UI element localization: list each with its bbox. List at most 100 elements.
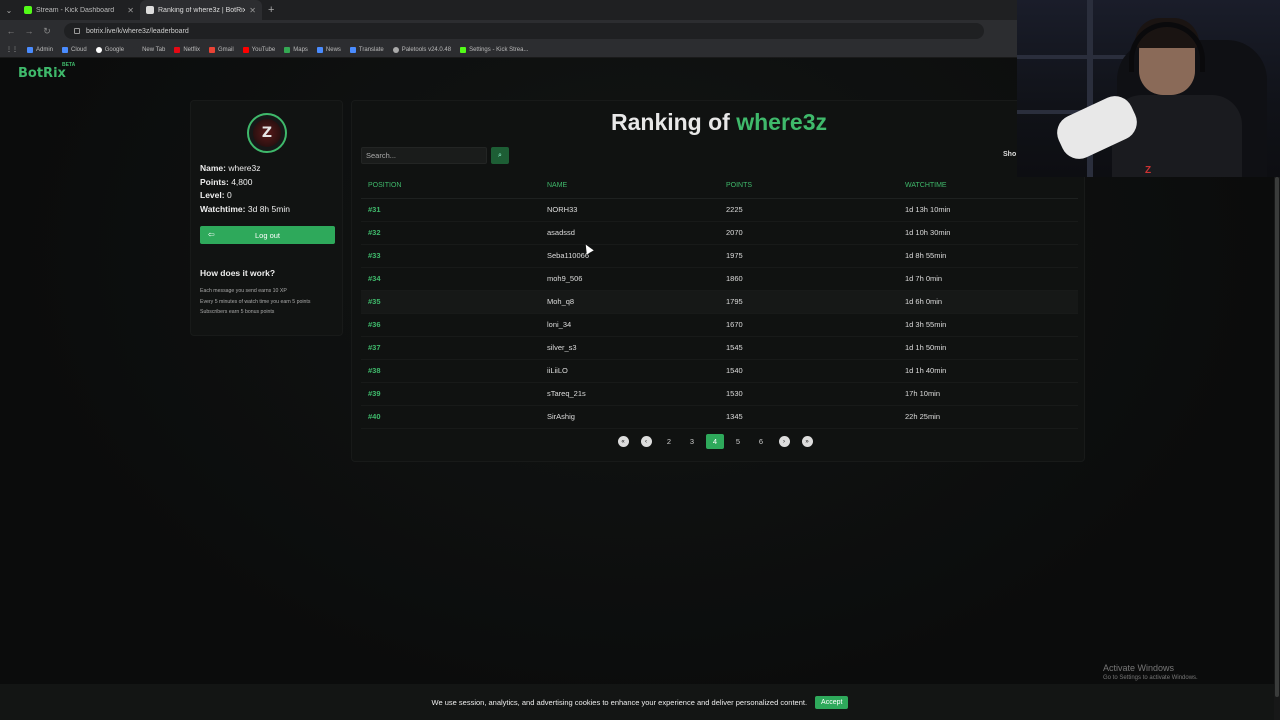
bookmark-google[interactable]: Google	[95, 46, 124, 53]
table-row[interactable]: #35 Moh_q8 1795 1d 6h 0min	[361, 290, 1078, 314]
level-label: Level:	[200, 190, 225, 200]
url-field[interactable]: botrix.live/k/where3z/leaderboard	[64, 23, 984, 39]
bookmark-icon	[62, 46, 69, 53]
bookmark-cloud[interactable]: Cloud	[62, 46, 87, 53]
cookie-text: We use session, analytics, and advertisi…	[431, 697, 808, 707]
close-icon[interactable]: ✕	[249, 6, 256, 15]
scrollbar-thumb[interactable]	[1275, 177, 1279, 697]
profile-name: where3z	[228, 163, 261, 173]
bookmark-netflix[interactable]: Netflix	[174, 46, 200, 53]
forward-icon[interactable]: →	[24, 26, 34, 36]
table-header-row: POSITION NAME POINTS WATCHTIME	[361, 174, 1078, 199]
avatar: Z	[247, 113, 287, 153]
cell-watchtime: 22h 25min	[898, 405, 1078, 429]
double-chevron-right-icon: »	[801, 436, 813, 447]
table-row[interactable]: #40 SirAshig 1345 22h 25min	[361, 405, 1078, 429]
avatar-image: Z	[253, 119, 281, 147]
table-row[interactable]: #33 Seba110066 1975 1d 8h 55min	[361, 244, 1078, 268]
cell-points: 1860	[719, 267, 898, 291]
browser-tab-kick[interactable]: Stream - Kick Dashboard ✕	[18, 0, 140, 20]
webcam-overlay: Z	[1017, 0, 1280, 177]
table-row[interactable]: #34 moh9_506 1860 1d 7h 0min	[361, 267, 1078, 291]
chevron-right-icon: ›	[778, 436, 790, 447]
column-header-name[interactable]: NAME	[540, 174, 719, 199]
page-6-button[interactable]: 6	[752, 434, 770, 449]
reload-icon[interactable]: ↻	[42, 26, 52, 37]
next-page-button[interactable]: ›	[775, 434, 793, 449]
cell-watchtime: 1d 1h 40min	[898, 359, 1078, 383]
search-icon: ⌕	[498, 151, 502, 159]
table-row[interactable]: #37 silver_s3 1545 1d 1h 50min	[361, 336, 1078, 360]
cell-name: Moh_q8	[540, 290, 719, 314]
botrix-logo[interactable]: BotRix	[18, 66, 66, 81]
bookmark-new-tab[interactable]: New Tab	[133, 46, 165, 53]
bookmark-news[interactable]: News	[316, 46, 341, 53]
bookmark-admin[interactable]: Admin	[27, 46, 53, 53]
accept-cookies-button[interactable]: Accept	[815, 695, 849, 709]
cell-position: #33	[361, 244, 540, 268]
cell-name: moh9_506	[540, 267, 719, 291]
bookmark-paletools[interactable]: Paletools v24.0.48	[392, 46, 451, 53]
cell-name: silver_s3	[540, 336, 719, 360]
botrix-icon	[146, 6, 154, 14]
cell-points: 1795	[719, 290, 898, 314]
paletools-icon	[392, 46, 399, 53]
cell-position: #40	[361, 405, 540, 429]
table-row[interactable]: #32 asadssd 2070 1d 10h 30min	[361, 221, 1078, 245]
page-3-button[interactable]: 3	[683, 434, 701, 449]
profile-card: Z Name: where3z Points: 4,800 Level: 0 W…	[190, 100, 343, 336]
watchtime-label: Watchtime:	[200, 203, 246, 214]
new-tab-icon[interactable]: +	[262, 4, 280, 16]
page-2-button[interactable]: 2	[660, 434, 678, 449]
cell-watchtime: 1d 13h 10min	[898, 198, 1078, 222]
leaderboard-table: POSITION NAME POINTS WATCHTIME #31 NORH33…	[361, 174, 1078, 429]
cell-points: 1540	[719, 359, 898, 383]
cell-name: iiLiiLO	[540, 359, 719, 383]
close-icon[interactable]: ✕	[127, 6, 134, 15]
logout-button[interactable]: ⇦ Log out	[200, 226, 335, 244]
cell-position: #36	[361, 313, 540, 337]
bookmark-kick-settings[interactable]: Settings - Kick Strea...	[460, 46, 528, 53]
cell-watchtime: 1d 7h 0min	[898, 267, 1078, 291]
bookmark-gmail[interactable]: Gmail	[208, 46, 234, 53]
table-row[interactable]: #31 NORH33 2225 1d 13h 10min	[361, 198, 1078, 222]
search-button[interactable]: ⌕	[491, 147, 509, 164]
how-it-works-heading: How does it work?	[200, 268, 276, 278]
kick-icon	[24, 6, 32, 14]
table-row[interactable]: #36 loni_34 1670 1d 3h 55min	[361, 313, 1078, 337]
cell-points: 1975	[719, 244, 898, 268]
bookmark-maps[interactable]: Maps	[284, 46, 308, 53]
cell-watchtime: 17h 10min	[898, 382, 1078, 406]
column-header-position[interactable]: POSITION	[361, 174, 540, 199]
double-chevron-left-icon: «	[617, 436, 629, 447]
apps-icon[interactable]: ⋮⋮	[6, 46, 18, 53]
tab-search-icon[interactable]: ⌄	[0, 0, 18, 20]
cell-points: 1345	[719, 405, 898, 429]
page-5-button[interactable]: 5	[729, 434, 747, 449]
gmail-icon	[208, 46, 215, 53]
page-scrollbar[interactable]	[1274, 177, 1280, 720]
bookmark-translate[interactable]: Translate	[349, 46, 384, 53]
last-page-button[interactable]: »	[798, 434, 816, 449]
kick-icon	[460, 46, 467, 53]
cell-position: #35	[361, 290, 540, 314]
prev-page-button[interactable]: ‹	[637, 434, 655, 449]
page-4-button[interactable]: 4	[706, 434, 724, 449]
beta-badge: BETA	[62, 62, 76, 68]
search-input[interactable]: Search...	[361, 147, 487, 164]
first-page-button[interactable]: «	[614, 434, 632, 449]
browser-tab-botrix[interactable]: Ranking of where3z | BotRix -... ✕	[140, 0, 262, 20]
column-header-watchtime[interactable]: WATCHTIME	[898, 174, 1078, 199]
cell-watchtime: 1d 10h 30min	[898, 221, 1078, 245]
profile-info: Name: where3z Points: 4,800 Level: 0 Wat…	[200, 162, 290, 216]
column-header-points[interactable]: POINTS	[719, 174, 898, 199]
bookmark-youtube[interactable]: YouTube	[242, 46, 275, 53]
shelf-board	[1017, 55, 1127, 59]
table-row[interactable]: #38 iiLiiLO 1540 1d 1h 40min	[361, 359, 1078, 383]
cell-name: NORH33	[540, 198, 719, 222]
cell-points: 2225	[719, 198, 898, 222]
table-row[interactable]: #39 sTareq_21s 1530 17h 10min	[361, 382, 1078, 406]
site-info-icon[interactable]	[74, 28, 80, 34]
back-icon[interactable]: ←	[6, 26, 16, 36]
cell-position: #39	[361, 382, 540, 406]
